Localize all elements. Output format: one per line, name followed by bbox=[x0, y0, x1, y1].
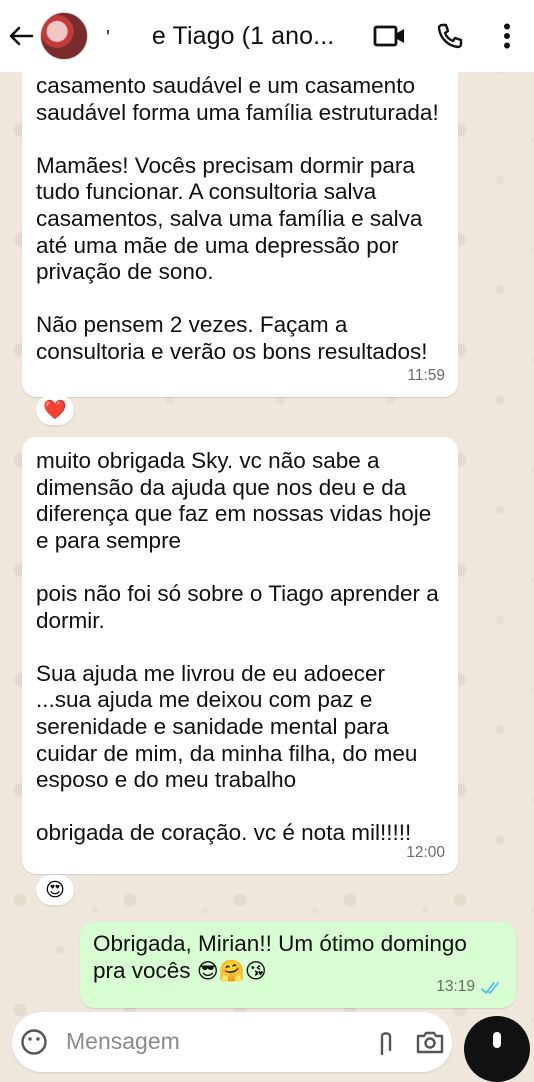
heart-reaction-icon: ❤️ bbox=[43, 399, 67, 421]
message-paragraph: Sua ajuda me livrou de eu adoecer ...sua… bbox=[36, 660, 418, 793]
message-paragraph: Mamães! Vocês precisam dormir para tudo … bbox=[36, 152, 423, 285]
timestamp-text: 13:19 bbox=[436, 978, 475, 996]
back-button[interactable] bbox=[2, 0, 40, 72]
message-timestamp: 13:19 bbox=[436, 974, 503, 1001]
phone-icon bbox=[437, 23, 463, 49]
outgoing-message[interactable]: Obrigada, Mirian!! Um ótimo domingo pra … bbox=[80, 922, 516, 1008]
video-call-button[interactable] bbox=[360, 0, 420, 72]
message-paragraph: Não pensem 2 vezes. Façam a consultoria … bbox=[36, 312, 428, 364]
timestamp-text: 12:00 bbox=[406, 844, 445, 862]
message-emojis: 😎🤗😘 bbox=[196, 958, 267, 983]
message-timestamp: 12:00 bbox=[406, 840, 445, 867]
incoming-message[interactable]: muito obrigada Sky. vc não sabe a dimens… bbox=[22, 437, 458, 874]
message-input[interactable]: Mensagem bbox=[66, 1028, 364, 1055]
chat-title-text: e Tiago (1 ano... bbox=[151, 21, 335, 50]
read-receipt-icon bbox=[481, 981, 499, 994]
chat-header: ' e Tiago (1 ano... bbox=[0, 0, 534, 72]
message-paragraph: casamento saudável e um casamento saudáv… bbox=[36, 73, 439, 125]
video-call-icon bbox=[373, 25, 404, 47]
voice-message-button[interactable] bbox=[464, 1016, 530, 1082]
reaction-badge[interactable]: 😍 bbox=[36, 875, 74, 905]
timestamp-text: 11:59 bbox=[407, 367, 445, 385]
arrow-left-icon bbox=[9, 26, 34, 46]
message-composer[interactable]: Mensagem bbox=[12, 1012, 452, 1072]
message-timestamp: 11:59 bbox=[407, 363, 445, 390]
incoming-message[interactable]: casamento saudável e um casamento saudáv… bbox=[22, 62, 458, 397]
message-paragraph: pois não foi só sobre o Tiago aprender a… bbox=[36, 580, 439, 633]
heart-eyes-reaction-icon: 😍 bbox=[45, 879, 65, 901]
contact-avatar[interactable] bbox=[40, 12, 88, 60]
mic-icon bbox=[493, 1032, 501, 1048]
camera-icon bbox=[416, 1031, 444, 1054]
voice-call-button[interactable] bbox=[420, 0, 480, 72]
message-paragraph: muito obrigada Sky. vc não sabe a dimens… bbox=[36, 448, 432, 553]
more-options-button[interactable] bbox=[480, 0, 534, 72]
camera-button[interactable] bbox=[408, 1028, 452, 1054]
chat-title-prefix: ' bbox=[106, 26, 110, 49]
more-vertical-icon bbox=[504, 23, 510, 49]
paperclip-icon bbox=[380, 1032, 392, 1056]
attach-button[interactable] bbox=[364, 1028, 408, 1056]
message-paragraph: obrigada de coração. vc é nota mil!!!!! bbox=[36, 820, 412, 846]
emoji-button[interactable] bbox=[12, 1028, 56, 1056]
emoji-icon bbox=[21, 1029, 47, 1055]
chat-title[interactable]: ' e Tiago (1 ano... bbox=[88, 22, 360, 51]
message-text: Obrigada, Mirian!! Um ótimo domingo pra … bbox=[93, 931, 467, 983]
reaction-badge[interactable]: ❤️ bbox=[36, 395, 74, 425]
